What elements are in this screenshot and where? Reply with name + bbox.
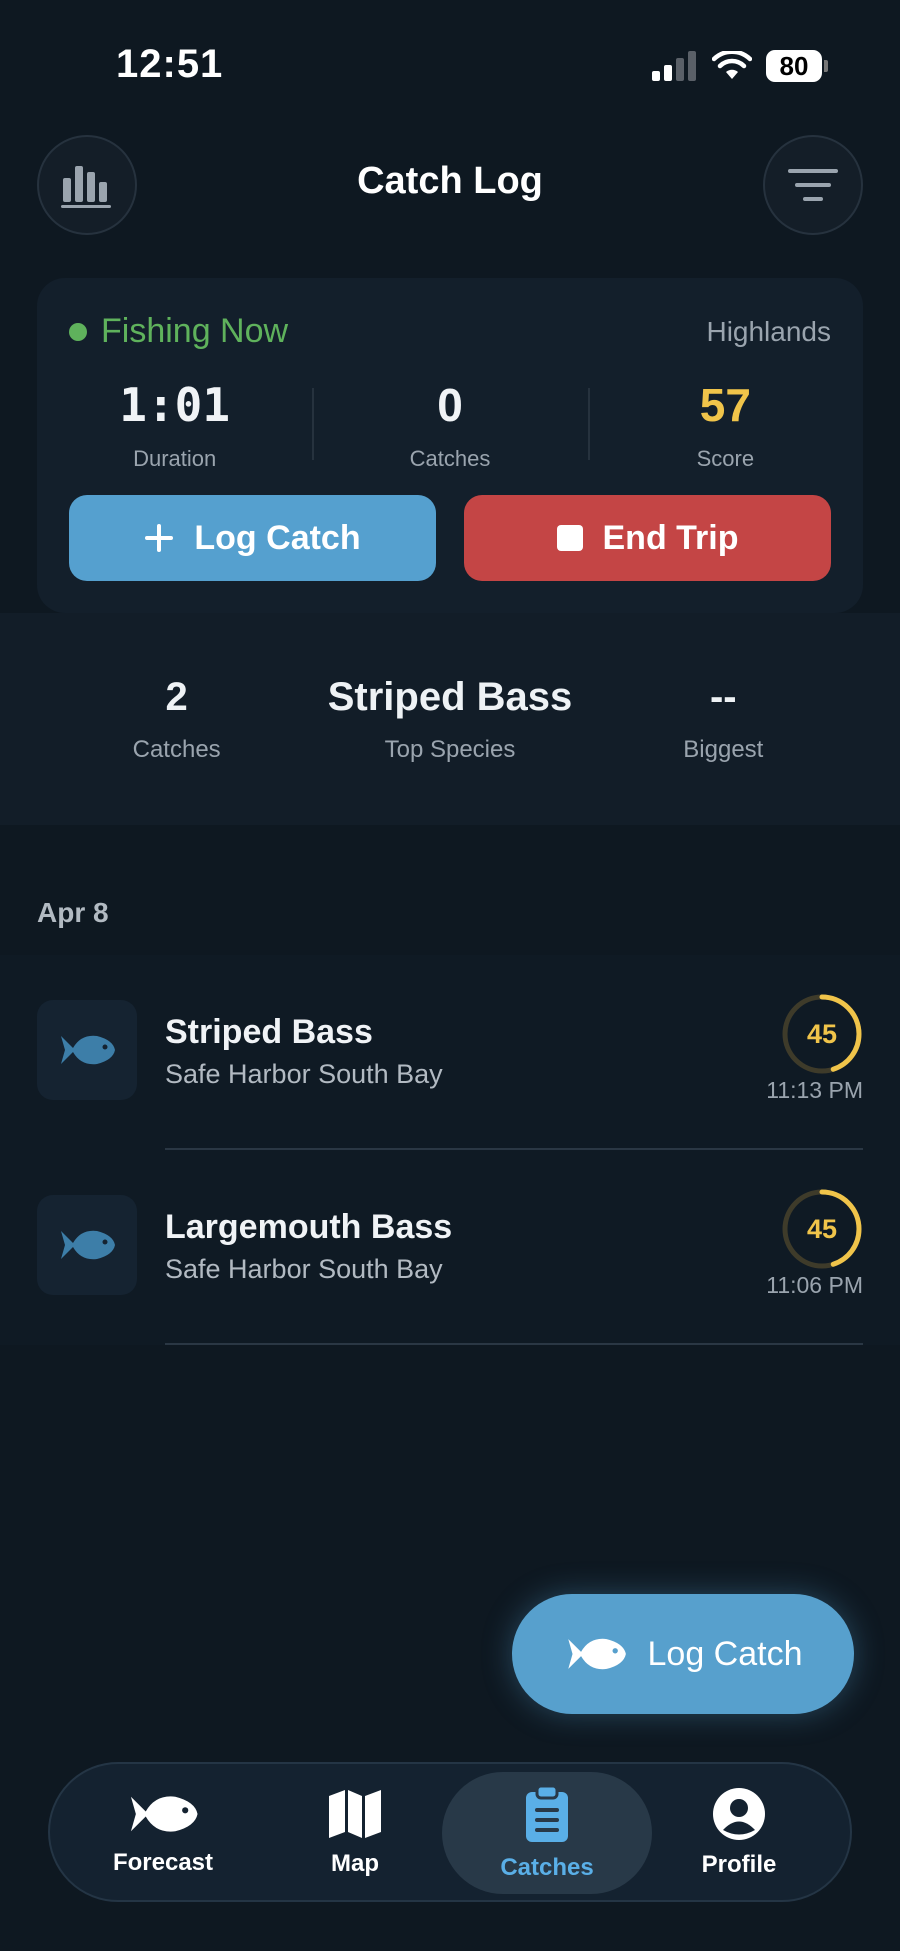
clipboard-icon (526, 1784, 568, 1842)
catch-location: Safe Harbor South Bay (165, 1059, 443, 1089)
trip-stat-value: 0 (437, 379, 463, 431)
tab-forecast[interactable]: Forecast (58, 1772, 268, 1894)
status-time: 12:51 (116, 42, 224, 86)
catch-score: 45 (806, 1213, 838, 1244)
score-ring: 45 (781, 1188, 863, 1270)
list-item[interactable]: Largemouth Bass Safe Harbor South Bay 45… (0, 1150, 900, 1345)
filter-icon (788, 169, 838, 201)
catch-thumbnail (37, 1195, 137, 1295)
tab-label: Forecast (112, 1849, 214, 1876)
catch-time: 11:06 PM (766, 1272, 863, 1298)
status-icons: 80 (652, 50, 828, 82)
plus-icon (145, 524, 174, 552)
summary-value: 2 (165, 674, 188, 719)
trip-actions: Log Catch End Trip (69, 495, 831, 581)
live-dot-icon (69, 322, 87, 341)
trip-stats: 1:01 Duration 0 Catches 57 Score (37, 378, 863, 472)
summary-catches: 2 Catches (47, 675, 307, 764)
tab-label: Profile (701, 1851, 777, 1878)
wifi-icon (712, 51, 752, 79)
summary-biggest: -- Biggest (593, 675, 853, 764)
trip-stat-score: 57 Score (587, 378, 863, 472)
row-divider (165, 1343, 863, 1345)
fab-label: Log Catch (647, 1634, 803, 1673)
trip-stat-catches: 0 Catches (312, 378, 587, 472)
tab-profile[interactable]: Profile (634, 1772, 844, 1894)
catch-score: 45 (806, 1018, 838, 1049)
profile-icon (713, 1788, 765, 1840)
catch-time: 11:13 PM (766, 1077, 863, 1103)
fish-icon (61, 1230, 115, 1260)
trip-status: Fishing Now (69, 312, 288, 351)
active-trip-card: Fishing Now Highlands 1:01 Duration 0 Ca… (37, 278, 863, 613)
catch-list: Striped Bass Safe Harbor South Bay 45 11… (0, 955, 900, 1345)
map-icon (329, 1790, 381, 1838)
trip-stat-label: Score (696, 446, 755, 471)
summary-label: Catches (132, 735, 221, 763)
tab-label: Catches (500, 1854, 594, 1881)
trip-stat-value: 1:01 (119, 378, 231, 432)
summary-label: Biggest (683, 735, 764, 763)
summary-label: Top Species (384, 735, 516, 763)
catch-species: Largemouth Bass (165, 1208, 453, 1246)
trip-stat-label: Catches (409, 446, 491, 471)
tab-label: Map (331, 1850, 379, 1877)
date-section-header: Apr 8 (37, 897, 109, 928)
tab-map[interactable]: Map (250, 1772, 460, 1894)
summary-value: -- (709, 674, 737, 719)
log-catch-fab[interactable]: Log Catch (512, 1594, 854, 1714)
catch-location: Safe Harbor South Bay (165, 1254, 443, 1284)
trip-stat-label: Duration (133, 446, 217, 471)
catch-thumbnail (37, 1000, 137, 1100)
summary-top-species: Striped Bass Top Species (320, 675, 580, 764)
trip-location: Highlands (706, 316, 831, 347)
bottom-tab-bar: Forecast Map Catches Profile (48, 1762, 852, 1902)
filter-button[interactable] (763, 135, 863, 235)
log-catch-label: Log Catch (194, 518, 361, 557)
stop-icon (556, 525, 583, 551)
log-catch-button[interactable]: Log Catch (69, 495, 436, 581)
end-trip-label: End Trip (602, 518, 739, 557)
trip-stat-duration: 1:01 Duration (37, 378, 312, 472)
catch-species: Striped Bass (165, 1013, 373, 1051)
battery-indicator: 80 (766, 50, 828, 82)
cellular-signal-icon (652, 51, 696, 81)
catch-summary: 2 Catches Striped Bass Top Species -- Bi… (0, 613, 900, 825)
end-trip-button[interactable]: End Trip (464, 495, 831, 581)
summary-value: Striped Bass (327, 674, 573, 719)
fish-icon (130, 1796, 198, 1832)
list-item[interactable]: Striped Bass Safe Harbor South Bay 45 11… (0, 955, 900, 1150)
trip-stat-value: 57 (699, 379, 751, 431)
trip-status-label: Fishing Now (101, 312, 289, 350)
fish-icon (61, 1035, 115, 1065)
tab-catches[interactable]: Catches (442, 1772, 652, 1894)
score-ring: 45 (781, 993, 863, 1075)
fish-icon (567, 1638, 626, 1670)
